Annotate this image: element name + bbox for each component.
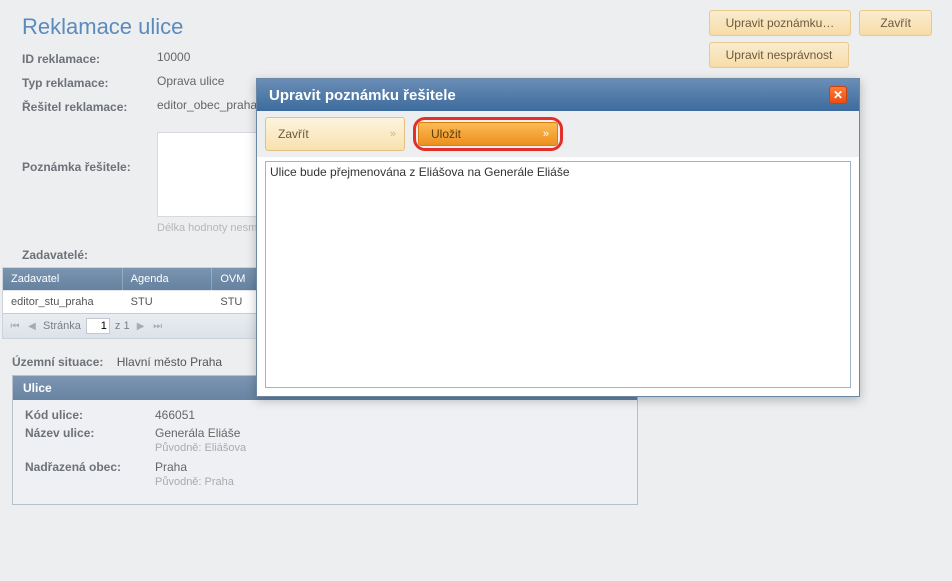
nazev-old: Původně: Eliášova (155, 442, 625, 454)
uzemni-value: Hlavní město Praha (117, 355, 222, 369)
pager-next-icon[interactable]: ▶ (135, 319, 147, 333)
edit-wrong-button[interactable]: Upravit nesprávnost (709, 42, 850, 68)
pager-of: z 1 (115, 320, 130, 332)
modal-note-textarea[interactable] (265, 161, 851, 388)
type-label: Typ reklamace: (22, 74, 157, 90)
note-label: Poznámka řešitele: (22, 132, 157, 174)
edit-note-button[interactable]: Upravit poznámku… (709, 10, 852, 36)
pager-first-icon[interactable]: ⏮ (9, 319, 21, 333)
pager-label: Stránka (43, 320, 81, 332)
solver-value: editor_obec_praha (157, 98, 257, 112)
kod-value: 466051 (155, 408, 195, 422)
close-page-button[interactable]: Zavřít (859, 10, 932, 36)
modal-close-button-label: Zavřít (278, 127, 309, 141)
cell-agenda: STU (123, 291, 213, 313)
modal-save-button[interactable]: Uložit » (418, 122, 558, 146)
modal-close-icon[interactable]: ✕ (829, 86, 847, 104)
col-agenda[interactable]: Agenda (123, 268, 213, 290)
modal-title: Upravit poznámku řešitele (269, 87, 456, 104)
edit-note-modal: Upravit poznámku řešitele ✕ Zavřít » Ulo… (256, 78, 860, 397)
nazev-value: Generála Eliáše (155, 426, 240, 440)
cell-zadavatel: editor_stu_praha (3, 291, 123, 313)
uzemni-label: Územní situace: (12, 355, 103, 369)
type-value: Oprava ulice (157, 74, 224, 88)
obec-label: Nadřazená obec: (25, 460, 155, 474)
chevron-right-icon: » (543, 128, 547, 140)
id-label: ID reklamace: (22, 50, 157, 66)
kod-label: Kód ulice: (25, 408, 155, 422)
solver-label: Řešitel reklamace: (22, 98, 157, 114)
modal-close-button[interactable]: Zavřít » (265, 117, 405, 151)
pager-prev-icon[interactable]: ◀ (26, 319, 38, 333)
save-highlight: Uložit » (413, 117, 563, 151)
pager-page-input[interactable] (86, 318, 110, 334)
pager-last-icon[interactable]: ⏭ (152, 319, 164, 333)
col-zadavatel[interactable]: Zadavatel (3, 268, 123, 290)
modal-save-button-label: Uložit (431, 127, 461, 141)
nazev-label: Název ulice: (25, 426, 155, 440)
chevron-right-icon: » (390, 128, 394, 140)
id-value: 10000 (157, 50, 190, 64)
obec-value: Praha (155, 460, 187, 474)
obec-old: Původně: Praha (155, 476, 625, 488)
